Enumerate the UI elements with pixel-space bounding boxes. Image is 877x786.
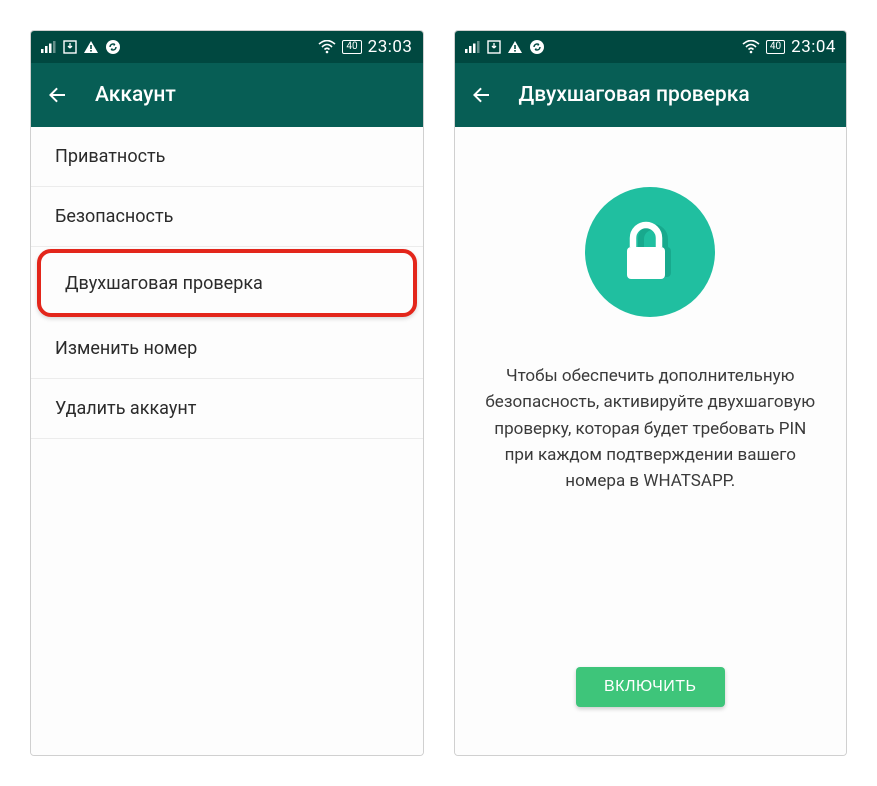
battery-icon: 40 xyxy=(766,40,785,54)
lock-icon xyxy=(585,187,715,317)
download-icon xyxy=(487,40,501,54)
clock: 23:03 xyxy=(368,37,413,57)
menu-item-two-step[interactable]: Двухшаговая проверка xyxy=(37,249,417,317)
back-button[interactable] xyxy=(45,83,69,107)
warning-icon xyxy=(83,40,99,54)
enable-button[interactable]: ВКЛЮЧИТЬ xyxy=(576,667,725,707)
menu-item-security[interactable]: Безопасность xyxy=(31,187,423,247)
account-settings-screen: 40 23:03 Аккаунт Приватность Безопасност… xyxy=(30,30,424,756)
app-bar: Двухшаговая проверка xyxy=(455,63,847,127)
signal-icon xyxy=(465,41,481,53)
two-step-description: Чтобы обеспечить дополнительную безопасн… xyxy=(479,363,823,495)
warning-icon xyxy=(507,40,523,54)
download-icon xyxy=(63,40,77,54)
app-bar: Аккаунт xyxy=(31,63,423,127)
two-step-verification-screen: 40 23:04 Двухшаговая проверка Чтобы обес… xyxy=(454,30,848,756)
sync-icon xyxy=(105,39,121,55)
status-bar: 40 23:04 xyxy=(455,31,847,63)
clock: 23:04 xyxy=(791,37,836,57)
wifi-icon xyxy=(318,40,336,54)
menu-item-delete-account[interactable]: Удалить аккаунт xyxy=(31,379,423,439)
status-bar: 40 23:03 xyxy=(31,31,423,63)
battery-icon: 40 xyxy=(342,40,361,54)
sync-icon xyxy=(529,39,545,55)
back-button[interactable] xyxy=(469,83,493,107)
page-title: Двухшаговая проверка xyxy=(519,83,750,107)
signal-icon xyxy=(41,41,57,53)
menu-item-privacy[interactable]: Приватность xyxy=(31,127,423,187)
menu-item-change-number[interactable]: Изменить номер xyxy=(31,319,423,379)
page-title: Аккаунт xyxy=(95,83,176,107)
wifi-icon xyxy=(742,40,760,54)
